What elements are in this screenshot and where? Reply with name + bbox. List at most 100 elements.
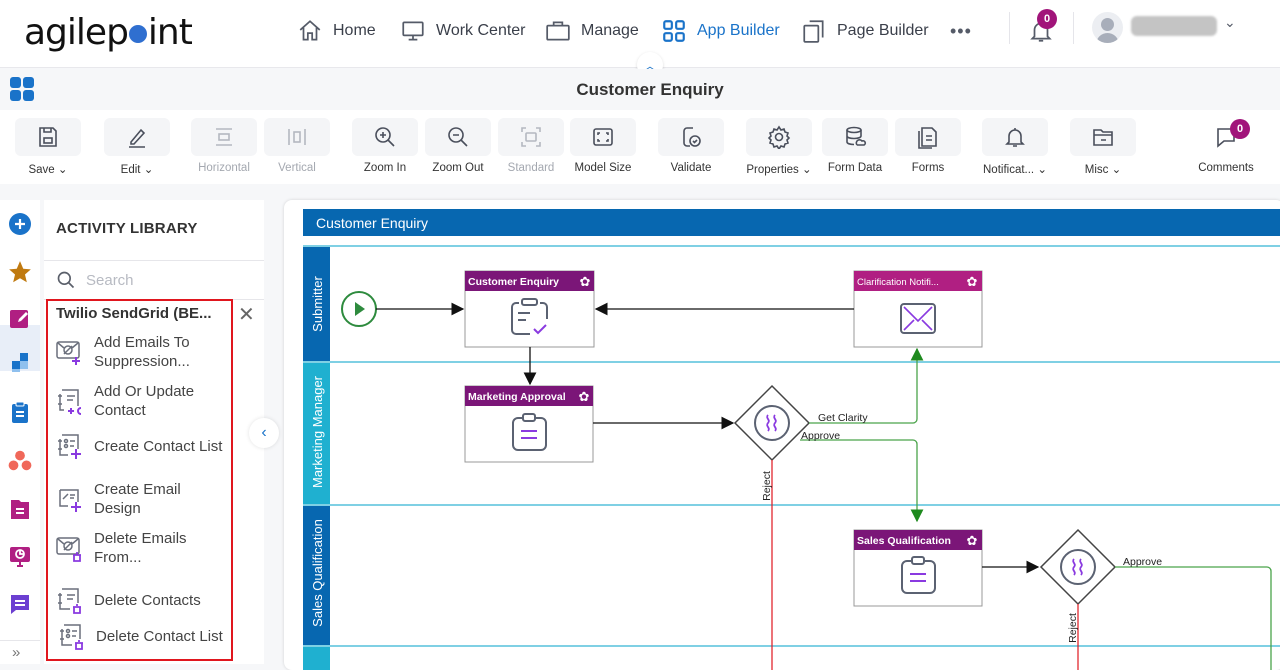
user-name-redacted (1131, 16, 1217, 36)
model-size-button[interactable]: Model Size (570, 118, 636, 174)
nav-work-center[interactable]: Work Center (400, 16, 526, 46)
asana-icon[interactable] (6, 447, 34, 475)
bell-icon (1005, 128, 1025, 147)
contact-delete-icon (58, 588, 81, 614)
task-sales-qualification[interactable]: Sales Qualification ✿ (853, 529, 983, 607)
validate-button[interactable]: Validate (658, 118, 724, 174)
chevron-down-icon: ⌄ (1037, 164, 1047, 176)
divider (1073, 12, 1074, 44)
flow-label-reject: Reject (1067, 613, 1079, 643)
integration-icon[interactable] (6, 348, 34, 376)
contact-update-icon (58, 389, 82, 415)
horizontal-button[interactable]: Horizontal (191, 118, 257, 174)
search-input[interactable] (86, 271, 236, 289)
lane-label-marketing-manager: Marketing Manager (310, 375, 325, 488)
zoom-out-button[interactable]: Zoom Out (425, 118, 491, 174)
pool-title: Customer Enquiry (316, 215, 428, 231)
envelope-icon (900, 303, 936, 334)
task-customer-enquiry[interactable]: Customer Enquiry ✿ (464, 270, 595, 348)
decision-gateway[interactable] (733, 384, 811, 462)
task-title: Marketing Approval (468, 391, 566, 403)
avatar[interactable] (1092, 12, 1123, 43)
chevron-down-icon: ⌄ (57, 164, 68, 176)
agilepoint-logo[interactable]: agilep int (24, 12, 193, 53)
nav-manage[interactable]: Manage (545, 16, 639, 46)
zoom-out-icon (448, 127, 468, 147)
chevron-down-icon: ⌄ (143, 164, 154, 176)
forms-button[interactable]: Forms (895, 118, 961, 174)
gear-icon (767, 125, 791, 149)
home-icon (299, 20, 321, 41)
contact-list-add-icon (58, 434, 81, 459)
validate-icon (683, 127, 701, 147)
save-button[interactable]: Save ⌄ (15, 118, 81, 176)
flow-approve (800, 439, 924, 523)
star-icon[interactable] (6, 258, 34, 286)
chat-icon[interactable] (6, 590, 34, 618)
activity-create-contact-list[interactable]: Create Contact List (54, 431, 230, 461)
fullscreen-icon (593, 128, 613, 146)
save-icon (39, 127, 57, 147)
lane-header-next (303, 647, 330, 670)
divider (0, 640, 40, 641)
vertical-button[interactable]: Vertical (264, 118, 330, 174)
collapse-library-button[interactable]: ‹ (249, 418, 279, 448)
nav-page-builder[interactable]: Page Builder (801, 16, 929, 46)
flow-sales-approve (1115, 566, 1272, 670)
flow-label-get-clarity: Get Clarity (818, 412, 868, 424)
activity-create-email-design[interactable]: Create Email Design (54, 480, 230, 518)
flow-label-approve: Approve (1123, 556, 1162, 568)
suppression-add-icon (56, 341, 80, 365)
gear-icon[interactable]: ✿ (579, 389, 590, 404)
gear-icon[interactable]: ✿ (580, 274, 591, 289)
task-title: Sales Qualification (857, 535, 951, 547)
form-edit-icon[interactable] (6, 304, 34, 332)
close-group-button[interactable]: ✕ (238, 305, 255, 325)
zoom-in-button[interactable]: Zoom In (352, 118, 418, 174)
sales-decision-gateway[interactable] (1039, 528, 1117, 606)
forms-icon (918, 127, 937, 149)
toolbar: Save ⌄ Edit ⌄ Horizontal Vertical Zoom I… (0, 110, 1280, 184)
comments-badge: 0 (1230, 119, 1250, 139)
start-event[interactable] (341, 291, 377, 327)
flow-label-approve: Approve (801, 430, 840, 442)
task-marketing-approval[interactable]: Marketing Approval ✿ (464, 385, 594, 463)
more-menu-button[interactable]: ••• (950, 16, 972, 46)
activity-add-or-update-contact[interactable]: Add Or Update Contact (54, 382, 230, 420)
copy-icon (803, 20, 824, 43)
activity-delete-contact-list[interactable]: Delete Contact List (56, 621, 232, 651)
process-canvas[interactable]: Customer Enquiry Submitter Marketing Man… (284, 200, 1280, 670)
pencil-icon (129, 128, 146, 148)
nav-home[interactable]: Home (297, 16, 376, 46)
dashboard-monitor-icon[interactable] (6, 542, 34, 570)
pool-header[interactable] (303, 209, 1280, 236)
suppression-delete-icon (56, 537, 81, 562)
edit-button[interactable]: Edit ⌄ (104, 118, 170, 176)
properties-button[interactable]: Properties ⌄ (746, 118, 812, 176)
standard-size-icon (521, 127, 541, 147)
contact-list-delete-icon (60, 624, 83, 650)
nav-app-builder[interactable]: App Builder (661, 16, 780, 46)
zoom-in-icon (375, 127, 395, 147)
activity-add-emails-to-suppression[interactable]: Add Emails To Suppression... (54, 333, 230, 371)
library-search (44, 260, 264, 300)
user-menu-chevron-icon[interactable]: ⌄ (1224, 14, 1236, 31)
add-icon[interactable] (6, 210, 34, 238)
misc-button[interactable]: Misc ⌄ (1070, 118, 1136, 176)
expand-rail-button[interactable]: » (12, 644, 20, 661)
task-clarification-notification[interactable]: Clarification Notifi... ✿ (853, 270, 983, 348)
gear-icon[interactable]: ✿ (967, 274, 978, 289)
library-title: ACTIVITY LIBRARY (56, 220, 198, 237)
activity-group-title[interactable]: Twilio SendGrid (BE... (56, 305, 212, 322)
notifications-menu-button[interactable]: Notificat... ⌄ (982, 118, 1048, 176)
standard-button[interactable]: Standard (498, 118, 564, 174)
form-data-button[interactable]: Form Data (822, 118, 888, 174)
document-folder-icon[interactable] (6, 495, 34, 523)
vertical-layout-icon (288, 129, 306, 145)
gear-icon[interactable]: ✿ (967, 533, 978, 548)
horizontal-layout-icon (216, 128, 232, 146)
left-icon-rail: » (0, 200, 40, 664)
activity-delete-contacts[interactable]: Delete Contacts (54, 585, 230, 615)
activity-delete-emails-from[interactable]: Delete Emails From... (54, 529, 230, 567)
clipboard-icon[interactable] (6, 398, 34, 426)
